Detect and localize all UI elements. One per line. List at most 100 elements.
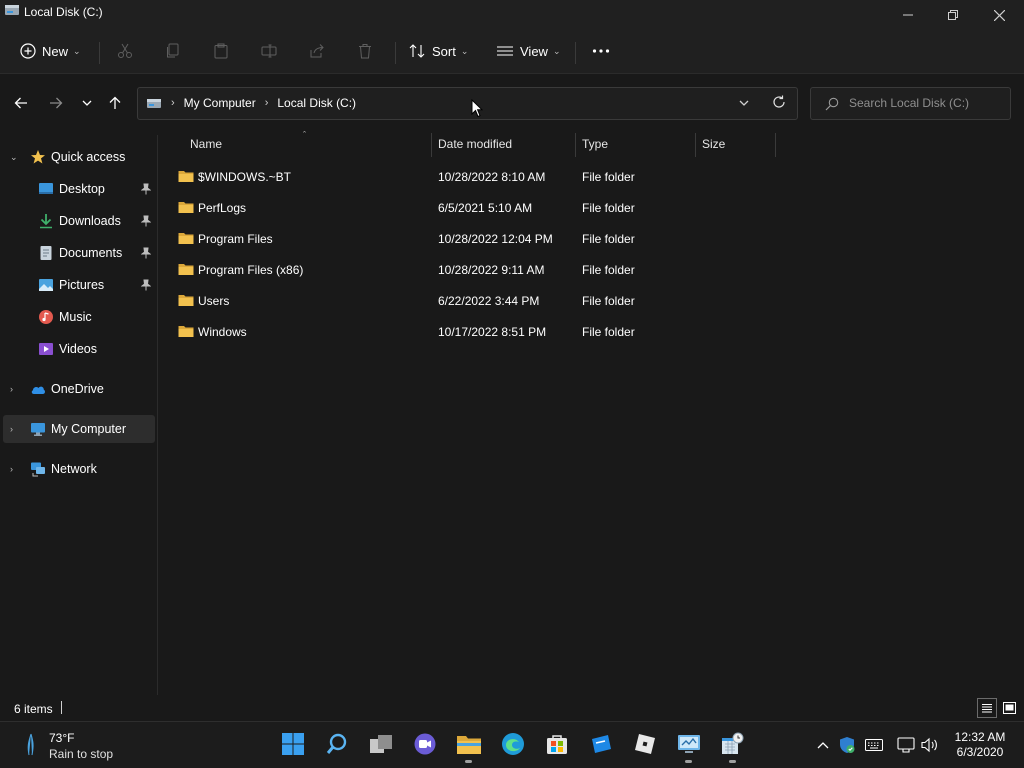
copy-button[interactable] — [165, 38, 181, 64]
roblox-button[interactable] — [632, 731, 658, 757]
folder-icon — [457, 736, 481, 754]
task-view-button[interactable] — [368, 731, 394, 757]
new-button[interactable]: New ⌄ — [20, 38, 81, 64]
file-name: $WINDOWS.~BT — [198, 170, 292, 184]
music-icon — [39, 310, 53, 324]
forward-button[interactable] — [46, 93, 66, 113]
rename-icon — [261, 44, 277, 58]
chevron-down-icon: ⌄ — [460, 45, 469, 56]
more-options-button[interactable] — [592, 38, 610, 64]
column-header-date[interactable]: Date modified — [438, 130, 512, 158]
start-button[interactable] — [280, 731, 306, 757]
rename-button[interactable] — [261, 38, 277, 64]
column-divider[interactable] — [695, 133, 696, 157]
file-type: File folder — [582, 232, 635, 246]
volume-icon — [921, 737, 937, 753]
table-row[interactable]: Program Files (x86) 10/28/2022 9:11 AM F… — [172, 257, 782, 283]
sort-button[interactable]: Sort ⌄ — [408, 38, 468, 64]
chevron-up-icon — [817, 742, 829, 749]
paste-button[interactable] — [213, 38, 229, 64]
search-taskbar-button[interactable] — [324, 731, 350, 757]
sort-icon — [409, 44, 425, 58]
sidebar-item-desktop[interactable]: Desktop — [3, 175, 155, 203]
column-divider[interactable] — [775, 133, 776, 157]
back-button[interactable] — [11, 93, 31, 113]
minimize-icon — [903, 14, 913, 16]
sidebar-item-label: Music — [59, 310, 92, 324]
recent-locations-button[interactable] — [77, 93, 97, 113]
sidebar-item-documents[interactable]: Documents — [3, 239, 155, 267]
search-input[interactable] — [849, 96, 1004, 110]
clock[interactable]: 12:32 AM 6/3/2020 — [950, 730, 1010, 760]
sort-label: Sort — [432, 43, 456, 59]
network-tray-button[interactable] — [897, 736, 915, 754]
arrow-up-icon — [109, 96, 121, 109]
sidebar-item-music[interactable]: Music — [3, 303, 155, 331]
sidebar-item-quick-access[interactable]: ⌄ Quick access — [3, 143, 155, 171]
control-panel-icon — [678, 735, 700, 753]
column-header-name[interactable]: Name — [190, 130, 222, 158]
calendar-clock-icon — [722, 732, 744, 754]
address-history-button[interactable] — [738, 97, 750, 112]
view-button[interactable]: View ⌄ — [496, 38, 561, 64]
sidebar-item-pictures[interactable]: Pictures — [3, 271, 155, 299]
breadcrumb-item[interactable]: Local Disk (C:) — [277, 96, 356, 110]
maximize-button[interactable] — [930, 0, 976, 30]
close-button[interactable] — [976, 0, 1022, 30]
show-hidden-icons-button[interactable] — [814, 736, 832, 754]
up-button[interactable] — [105, 93, 125, 113]
app-blue-button[interactable] — [588, 731, 614, 757]
table-row[interactable]: Program Files 10/28/2022 12:04 PM File f… — [172, 226, 782, 252]
column-divider[interactable] — [431, 133, 432, 157]
plus-circle-icon — [20, 43, 36, 59]
refresh-button[interactable] — [772, 95, 786, 112]
chevron-down-icon — [82, 100, 92, 106]
chevron-right-icon[interactable]: › — [10, 384, 13, 394]
search-box[interactable] — [810, 87, 1011, 120]
computer-icon — [31, 423, 45, 436]
edge-button[interactable] — [500, 731, 526, 757]
file-date: 10/28/2022 8:10 AM — [438, 170, 546, 184]
control-panel-button[interactable] — [676, 731, 702, 763]
breadcrumb-item[interactable]: My Computer — [184, 96, 256, 110]
column-header-type[interactable]: Type — [582, 130, 608, 158]
folder-icon — [178, 202, 194, 213]
tiles-view-button[interactable] — [999, 698, 1019, 718]
volume-tray-button[interactable] — [921, 736, 939, 754]
sidebar-item-onedrive[interactable]: › OneDrive — [3, 375, 155, 403]
toolbar-divider — [99, 42, 100, 64]
chevron-down-icon[interactable]: ⌄ — [10, 152, 18, 163]
sidebar-item-videos[interactable]: Videos — [3, 335, 155, 363]
security-tray-button[interactable] — [838, 736, 856, 754]
sidebar-item-my-computer[interactable]: › My Computer — [3, 415, 155, 443]
table-row[interactable]: $WINDOWS.~BT 10/28/2022 8:10 AM File fol… — [172, 164, 782, 190]
task-scheduler-button[interactable] — [720, 731, 746, 763]
file-list: ˆ Name Date modified Type Size $WINDOWS.… — [160, 130, 1024, 695]
chevron-down-icon — [739, 100, 749, 106]
store-button[interactable] — [544, 731, 570, 757]
details-view-button[interactable] — [977, 698, 997, 718]
table-row[interactable]: PerfLogs 6/5/2021 5:10 AM File folder — [172, 195, 782, 221]
sidebar-item-network[interactable]: › Network — [3, 455, 155, 483]
share-button[interactable] — [309, 38, 325, 64]
table-row[interactable]: Users 6/22/2022 3:44 PM File folder — [172, 288, 782, 314]
chevron-right-icon[interactable]: › — [10, 424, 13, 434]
folder-icon — [178, 295, 194, 306]
arrow-right-icon — [50, 97, 63, 109]
task-view-icon — [370, 735, 392, 753]
folder-icon — [178, 326, 194, 337]
chat-button[interactable] — [412, 731, 438, 757]
file-explorer-taskbar-button[interactable] — [456, 731, 482, 763]
address-bar[interactable]: › My Computer › Local Disk (C:) — [137, 87, 798, 120]
column-divider[interactable] — [575, 133, 576, 157]
keyboard-tray-button[interactable] — [865, 736, 883, 754]
chevron-right-icon[interactable]: › — [10, 464, 13, 474]
sidebar-item-downloads[interactable]: Downloads — [3, 207, 155, 235]
file-type: File folder — [582, 263, 635, 277]
delete-button[interactable] — [357, 38, 373, 64]
minimize-button[interactable] — [885, 0, 931, 30]
table-row[interactable]: Windows 10/17/2022 8:51 PM File folder — [172, 319, 782, 345]
column-header-size[interactable]: Size — [702, 130, 725, 158]
file-name: Program Files — [198, 232, 273, 246]
cut-button[interactable] — [117, 38, 133, 64]
